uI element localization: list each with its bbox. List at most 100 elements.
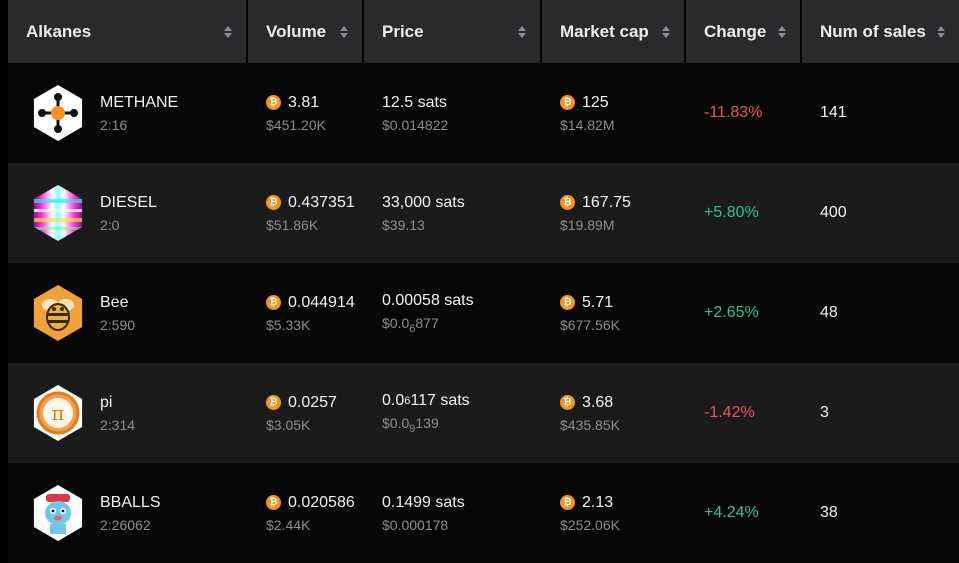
price-cell: 0.1499 sats $0.000178 xyxy=(364,463,542,563)
column-header-alkanes[interactable]: Alkanes xyxy=(8,0,248,63)
sort-icon xyxy=(340,25,348,38)
volume-btc: 0.0257 xyxy=(288,393,337,411)
volume-usd: $3.05K xyxy=(266,416,311,433)
change-value: +2.65% xyxy=(704,304,759,321)
market-cap-usd: $435.85K xyxy=(560,416,620,433)
market-cap-usd: $252.06K xyxy=(560,516,620,533)
bee-icon xyxy=(33,285,83,341)
sales-count: 141 xyxy=(820,104,847,121)
volume-btc: 0.044914 xyxy=(288,293,355,311)
market-cap-usd: $677.56K xyxy=(560,316,620,333)
price-usd: $39.13 xyxy=(382,216,425,233)
change-cell: +4.24% xyxy=(686,463,802,563)
volume-usd: $2.44K xyxy=(266,516,311,533)
volume-cell: ₿ 3.81 $451.20K xyxy=(248,63,364,163)
alkane-name: Bee xyxy=(100,293,129,311)
sales-cell: 38 xyxy=(802,463,959,563)
column-header-price[interactable]: Price xyxy=(364,0,542,63)
alkane-cell: Bee 2:590 xyxy=(8,263,248,363)
market-cap-cell: ₿ 2.13 $252.06K xyxy=(542,463,686,563)
market-cap-cell: ₿ 167.75 $19.89M xyxy=(542,163,686,263)
price-cell: 12.5 sats $0.014822 xyxy=(364,63,542,163)
change-cell: -11.83% xyxy=(686,63,802,163)
column-header-label: Change xyxy=(704,21,767,41)
bitcoin-icon: ₿ xyxy=(560,295,575,310)
market-cap-usd: $14.82M xyxy=(560,116,615,133)
change-value: -1.42% xyxy=(704,404,755,421)
market-cap-btc: 2.13 xyxy=(582,493,614,511)
price-cell: 0.0 6 117 sats $0.09139 xyxy=(364,363,542,463)
market-cap-btc: 125 xyxy=(582,93,609,111)
bballs-character-icon xyxy=(33,485,83,541)
bitcoin-icon: ₿ xyxy=(560,395,575,410)
sort-icon xyxy=(937,25,945,38)
volume-cell: ₿ 0.020586 $2.44K xyxy=(248,463,364,563)
price-cell: 33,000 sats $39.13 xyxy=(364,163,542,263)
sales-cell: 3 xyxy=(802,363,959,463)
volume-usd: $51.86K xyxy=(266,216,319,233)
sales-count: 48 xyxy=(820,304,838,321)
sort-icon xyxy=(518,25,526,38)
change-cell: -1.42% xyxy=(686,363,802,463)
price-usd: $0.09139 xyxy=(382,414,439,435)
column-header-change[interactable]: Change xyxy=(686,0,802,63)
change-value: -11.83% xyxy=(704,104,763,121)
sort-icon xyxy=(662,25,670,38)
sales-count: 400 xyxy=(820,204,847,221)
price-sats: 0.00058 sats xyxy=(382,291,474,309)
sales-cell: 141 xyxy=(802,63,959,163)
sales-cell: 48 xyxy=(802,263,959,363)
diesel-glitch-icon xyxy=(33,185,83,241)
sales-count: 3 xyxy=(820,404,829,421)
bitcoin-icon: ₿ xyxy=(266,495,281,510)
price-sats: 0.1499 sats xyxy=(382,493,465,511)
table-row[interactable]: DIESEL 2:0 ₿ 0.437351 $51.86K 33,000 sats… xyxy=(8,163,959,263)
price-sats: 0.0 6 117 sats xyxy=(382,391,470,409)
svg-text:π: π xyxy=(51,401,64,425)
sales-cell: 400 xyxy=(802,163,959,263)
bitcoin-icon: ₿ xyxy=(560,495,575,510)
volume-btc: 0.437351 xyxy=(288,193,355,211)
volume-btc: 0.020586 xyxy=(288,493,355,511)
alkane-id: 2:16 xyxy=(100,116,128,133)
sales-count: 38 xyxy=(820,504,838,521)
methane-molecule-icon xyxy=(33,85,83,141)
column-header-label: Num of sales xyxy=(820,21,926,41)
alkanes-table: Alkanes Volume Price Market cap Change N… xyxy=(0,0,959,563)
change-value: +5.80% xyxy=(704,204,759,221)
change-cell: +2.65% xyxy=(686,263,802,363)
alkane-cell: DIESEL 2:0 xyxy=(8,163,248,263)
column-header-label: Volume xyxy=(266,21,327,41)
sort-icon xyxy=(224,25,232,38)
market-cap-btc: 3.68 xyxy=(582,393,614,411)
bitcoin-icon: ₿ xyxy=(266,395,281,410)
volume-cell: ₿ 0.044914 $5.33K xyxy=(248,263,364,363)
volume-cell: ₿ 0.437351 $51.86K xyxy=(248,163,364,263)
column-header-label: Market cap xyxy=(560,21,649,41)
table-row[interactable]: BBALLS 2:26062 ₿ 0.020586 $2.44K 0.1499 s… xyxy=(8,463,959,563)
table-row[interactable]: π pi 2:314 ₿ 0.0257 $3.05K 0.0 6 117 sats $… xyxy=(8,363,959,463)
column-header-label: Price xyxy=(382,21,424,41)
column-header-volume[interactable]: Volume xyxy=(248,0,364,63)
bitcoin-icon: ₿ xyxy=(560,195,575,210)
alkane-cell: METHANE 2:16 xyxy=(8,63,248,163)
price-usd: $0.000178 xyxy=(382,516,449,533)
price-sats: 12.5 sats xyxy=(382,93,447,111)
alkane-cell: π pi 2:314 xyxy=(8,363,248,463)
alkane-name: METHANE xyxy=(100,93,179,111)
alkane-cell: BBALLS 2:26062 xyxy=(8,463,248,563)
column-header-market-cap[interactable]: Market cap xyxy=(542,0,686,63)
price-sats: 33,000 sats xyxy=(382,193,465,211)
table-row[interactable]: Bee 2:590 ₿ 0.044914 $5.33K 0.00058 sats … xyxy=(8,263,959,363)
table-row[interactable]: METHANE 2:16 ₿ 3.81 $451.20K 12.5 sats $0… xyxy=(8,63,959,163)
column-header-label: Alkanes xyxy=(26,21,92,41)
column-header-num-of-sales[interactable]: Num of sales xyxy=(802,0,959,63)
market-cap-cell: ₿ 5.71 $677.56K xyxy=(542,263,686,363)
price-usd: $0.014822 xyxy=(382,116,449,133)
sort-icon xyxy=(778,25,786,38)
price-cell: 0.00058 sats $0.06877 xyxy=(364,263,542,363)
price-usd: $0.06877 xyxy=(382,314,439,335)
pi-coin-icon: π xyxy=(33,385,83,441)
bitcoin-icon: ₿ xyxy=(266,95,281,110)
table-header: Alkanes Volume Price Market cap Change N… xyxy=(8,0,959,63)
